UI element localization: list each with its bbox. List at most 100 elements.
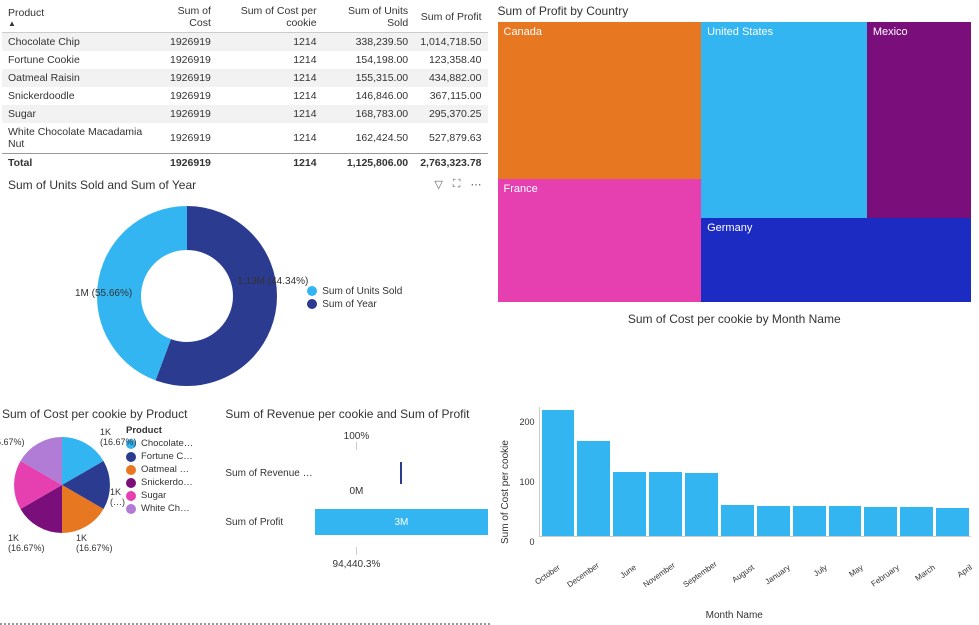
table-cell: Oatmeal Raisin [2, 69, 150, 87]
table-cell: 338,239.50 [323, 33, 415, 52]
costbar-bar[interactable] [685, 473, 718, 536]
treemap-visual[interactable]: Sum of Profit by Country Canada United S… [490, 0, 979, 403]
treemap-cell-germany[interactable]: Germany [701, 218, 971, 302]
treemap-cell-us[interactable]: United States [701, 22, 867, 218]
more-options-icon[interactable]: ⋯ [471, 178, 482, 191]
table-cell: 1,014,718.50 [414, 33, 487, 52]
table-row[interactable]: Chocolate Chip19269191214338,239.501,014… [2, 33, 488, 52]
col-cost-per-cookie[interactable]: Sum of Cost per cookie [217, 2, 323, 33]
table-cell: 168,783.00 [323, 105, 415, 123]
funnel-title: Sum of Revenue per cookie and Sum of Pro… [225, 407, 487, 421]
table-cell: 2,763,323.78 [414, 154, 487, 173]
table-cell: Chocolate Chip [2, 33, 150, 52]
costbar-ylabel: Sum of Cost per cookie [498, 407, 511, 577]
funnel-tick [356, 442, 357, 450]
costbar-bar[interactable] [757, 506, 790, 536]
costbar-bar[interactable] [793, 506, 826, 536]
funnel-bar-revenue[interactable] [400, 462, 402, 484]
table-cell: 1214 [217, 69, 323, 87]
visual-header-icons: ▽ ⛶ ⋯ [434, 178, 481, 191]
costbar-xlabel: Month Name [498, 610, 972, 621]
funnel-visual[interactable]: Sum of Revenue per cookie and Sum of Pro… [223, 403, 489, 619]
costbar-bar[interactable] [577, 441, 610, 536]
pie-title: Sum of Cost per cookie by Product [2, 407, 213, 421]
table-row[interactable]: Fortune Cookie19269191214154,198.00123,3… [2, 51, 488, 69]
col-units-sold[interactable]: Sum of Units Sold [323, 2, 415, 33]
table-cell: Sugar [2, 105, 150, 123]
table-cell: 1214 [217, 105, 323, 123]
costbar-visual[interactable]: Sum of Cost per cookie 200 100 0 October… [490, 403, 979, 625]
col-cost[interactable]: Sum of Cost [150, 2, 216, 33]
filter-icon[interactable]: ▽ [434, 178, 442, 191]
funnel-bottom-pct: 94,440.3% [225, 559, 487, 570]
table-cell: White Chocolate Macadamia Nut [2, 123, 150, 154]
table-cell: 1214 [217, 123, 323, 154]
legend-item[interactable]: Oatmeal … [126, 464, 193, 475]
treemap-cell-canada[interactable]: Canada [498, 22, 702, 179]
funnel-bar-profit[interactable]: 3M [315, 509, 487, 535]
legend-item[interactable]: Sum of Units Sold [307, 286, 402, 297]
focus-mode-icon[interactable]: ⛶ [453, 178, 461, 191]
product-table-visual[interactable]: Product▲ Sum of Cost Sum of Cost per coo… [0, 0, 490, 174]
swatch-icon [307, 299, 317, 309]
col-product[interactable]: Product▲ [2, 2, 150, 33]
table-row[interactable]: White Chocolate Macadamia Nut19269191214… [2, 123, 488, 154]
pie-slice-label: 1K(16.67%) [100, 427, 137, 447]
table-row[interactable]: Snickerdoodle19269191214146,846.00367,11… [2, 87, 488, 105]
costbar-bar[interactable] [900, 507, 933, 536]
pie-slice-label: 1K(16.67%) [76, 533, 113, 553]
costbar-bar[interactable] [613, 472, 646, 537]
funnel-top-pct: 100% [225, 431, 487, 442]
table-cell: 1214 [217, 154, 323, 173]
table-cell: 295,370.25 [414, 105, 487, 123]
swatch-icon [126, 465, 136, 475]
costbar-yaxis: 200 100 0 [511, 407, 539, 577]
pie-visual[interactable]: Sum of Cost per cookie by Product 1K [0, 403, 215, 619]
donut-visual[interactable]: Sum of Units Sold and Sum of Year ▽ ⛶ ⋯ … [0, 174, 490, 403]
table-cell: 1926919 [150, 87, 216, 105]
treemap-chart[interactable]: Canada United States Mexico France Germa… [498, 22, 972, 302]
donut-label-left: 1M (55.66%) [75, 288, 132, 299]
table-cell: 1926919 [150, 33, 216, 52]
table-row[interactable]: Oatmeal Raisin19269191214155,315.00434,8… [2, 69, 488, 87]
table-cell: 1,125,806.00 [323, 154, 415, 173]
costbar-bar[interactable] [649, 472, 682, 537]
costbar-bars[interactable] [539, 407, 972, 537]
table-cell: 367,115.00 [414, 87, 487, 105]
donut-title: Sum of Units Sold and Sum of Year [8, 178, 482, 192]
costbar-bar[interactable] [829, 506, 862, 536]
legend-item[interactable]: Sugar [126, 490, 193, 501]
sort-asc-icon: ▲ [8, 19, 144, 28]
funnel-row-label: Sum of Revenue … [225, 468, 315, 479]
costbar-bar[interactable] [542, 410, 575, 536]
pie-slice-label: 1K(…) [110, 487, 125, 507]
table-cell: Fortune Cookie [2, 51, 150, 69]
costbar-bar[interactable] [721, 505, 754, 536]
table-cell: 1926919 [150, 69, 216, 87]
treemap-cell-mexico[interactable]: Mexico [867, 22, 971, 218]
table-row[interactable]: Sugar19269191214168,783.00295,370.25 [2, 105, 488, 123]
costbar-title: Sum of Cost per cookie by Month Name [498, 312, 972, 326]
product-table[interactable]: Product▲ Sum of Cost Sum of Cost per coo… [2, 2, 488, 172]
table-cell: 1214 [217, 33, 323, 52]
table-cell: 1214 [217, 87, 323, 105]
table-cell: 155,315.00 [323, 69, 415, 87]
funnel-bar0-label: 0M [225, 486, 487, 497]
table-cell: 434,882.00 [414, 69, 487, 87]
costbar-bar[interactable] [936, 508, 969, 536]
legend-item[interactable]: Snickerdo… [126, 477, 193, 488]
treemap-title: Sum of Profit by Country [498, 4, 972, 18]
treemap-cell-france[interactable]: France [498, 179, 702, 302]
table-cell: 162,424.50 [323, 123, 415, 154]
table-total-row: Total192691912141,125,806.002,763,323.78 [2, 154, 488, 173]
col-profit[interactable]: Sum of Profit [414, 2, 487, 33]
legend-item[interactable]: White Ch… [126, 503, 193, 514]
costbar-bar[interactable] [864, 507, 897, 536]
table-cell: 1926919 [150, 123, 216, 154]
costbar-xlabels: OctoberDecemberJuneNovemberSeptemberAugu… [526, 577, 972, 592]
legend-item[interactable]: Fortune C… [126, 451, 193, 462]
swatch-icon [126, 478, 136, 488]
legend-item[interactable]: Sum of Year [307, 299, 402, 310]
swatch-icon [126, 504, 136, 514]
table-cell: 154,198.00 [323, 51, 415, 69]
